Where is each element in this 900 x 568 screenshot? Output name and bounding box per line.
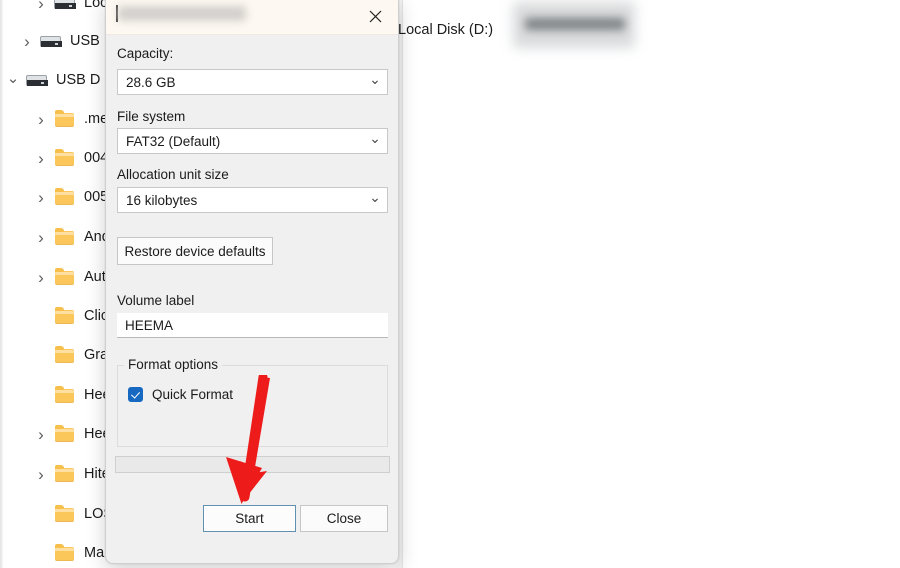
screenshot-root: LocaUSBUSB D.mec004.005.AndrAutoClickGra… xyxy=(0,0,900,568)
format-dialog: Capacity: 28.6 GB File system FAT32 (Def… xyxy=(105,0,399,564)
folder-icon xyxy=(54,504,78,524)
quick-format-checkbox-row[interactable]: Quick Format xyxy=(128,387,233,402)
close-button[interactable]: Close xyxy=(300,505,388,532)
folder-icon xyxy=(54,345,78,365)
chevron-right-icon[interactable] xyxy=(28,229,54,246)
file-system-value: FAT32 (Default) xyxy=(126,133,221,149)
allocation-unit-label: Allocation unit size xyxy=(117,167,229,182)
folder-icon xyxy=(54,424,78,444)
chevron-down-icon xyxy=(363,75,387,90)
drive-icon xyxy=(26,70,50,90)
volume-label-label: Volume label xyxy=(117,293,195,308)
file-system-select[interactable]: FAT32 (Default) xyxy=(117,128,388,154)
allocation-unit-value: 16 kilobytes xyxy=(126,192,198,208)
dialog-title-text xyxy=(118,6,246,21)
window-left-edge xyxy=(0,0,3,568)
chevron-down-icon xyxy=(363,193,387,208)
chevron-right-icon[interactable] xyxy=(28,466,54,483)
content-item-local-disk-d[interactable]: Local Disk (D:) xyxy=(398,22,493,38)
folder-icon xyxy=(54,543,78,563)
redacted-tile-text xyxy=(525,18,625,30)
folder-icon xyxy=(54,227,78,247)
capacity-label: Capacity: xyxy=(117,46,174,61)
chevron-right-icon[interactable] xyxy=(28,269,54,286)
folder-icon xyxy=(54,267,78,287)
folder-icon xyxy=(54,109,78,129)
folder-icon xyxy=(54,148,78,168)
capacity-value: 28.6 GB xyxy=(126,74,176,90)
file-system-label: File system xyxy=(117,109,186,124)
chevron-right-icon[interactable] xyxy=(28,111,54,128)
folder-icon xyxy=(54,306,78,326)
restore-device-defaults-button[interactable]: Restore device defaults xyxy=(117,237,273,265)
progress-bar xyxy=(115,456,390,473)
chevron-right-icon[interactable] xyxy=(28,150,54,167)
tree-item-label: USB D xyxy=(56,72,101,88)
capacity-select[interactable]: 28.6 GB xyxy=(117,69,388,95)
pane-divider xyxy=(402,0,403,568)
format-options-group xyxy=(117,365,388,447)
format-options-legend: Format options xyxy=(124,357,223,372)
chevron-right-icon[interactable] xyxy=(28,426,54,443)
chevron-right-icon[interactable] xyxy=(28,189,54,206)
chevron-down-icon xyxy=(363,134,387,149)
chevron-down-icon[interactable] xyxy=(0,73,26,88)
chevron-right-icon[interactable] xyxy=(14,33,40,50)
folder-icon xyxy=(54,385,78,405)
folder-icon xyxy=(54,464,78,484)
folder-icon xyxy=(54,187,78,207)
chevron-right-icon[interactable] xyxy=(28,0,54,12)
tree-item-label: USB xyxy=(70,33,100,49)
start-button[interactable]: Start xyxy=(203,505,296,532)
allocation-unit-select[interactable]: 16 kilobytes xyxy=(117,187,388,213)
quick-format-checkbox[interactable] xyxy=(128,387,143,402)
volume-label-input[interactable]: HEEMA xyxy=(117,313,388,338)
dialog-titlebar xyxy=(106,0,398,35)
drive-icon xyxy=(54,0,78,13)
close-icon[interactable] xyxy=(353,0,398,35)
dialog-body: Capacity: 28.6 GB File system FAT32 (Def… xyxy=(106,35,398,563)
drive-icon xyxy=(40,31,64,51)
quick-format-label: Quick Format xyxy=(152,387,234,402)
